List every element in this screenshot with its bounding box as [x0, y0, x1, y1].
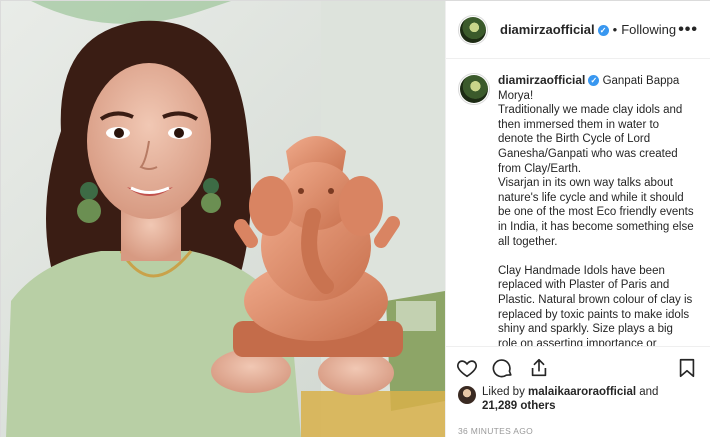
- post-timestamp[interactable]: 36 MINUTES AGO: [458, 426, 533, 436]
- caption-avatar[interactable]: [458, 73, 490, 105]
- caption-text: diamirzaofficial ✓ Ganpati Bappa Morya! T…: [498, 73, 694, 346]
- post-photo[interactable]: [1, 1, 445, 437]
- caption-paragraph: diamirzaofficial ✓ Ganpati Bappa Morya!: [498, 73, 694, 103]
- author-username[interactable]: diamirzaofficial ✓: [500, 22, 609, 37]
- liker-avatar[interactable]: [458, 386, 476, 404]
- caption-username[interactable]: diamirzaofficial ✓: [498, 73, 600, 87]
- action-icons: [456, 357, 550, 381]
- author-username-text[interactable]: diamirzaofficial: [500, 22, 595, 37]
- likes-count[interactable]: 21,289 others: [482, 400, 556, 412]
- caption-paragraph-2: Traditionally we made clay idols and the…: [498, 104, 683, 175]
- heart-icon[interactable]: [456, 357, 478, 379]
- instagram-post: diamirzaofficial ✓ • Following ••• diamir…: [0, 0, 710, 437]
- separator-dot: •: [612, 22, 618, 37]
- caption-row: diamirzaofficial ✓ Ganpati Bappa Morya! T…: [458, 73, 698, 346]
- caption-gap: [498, 249, 694, 264]
- author-avatar-image: [460, 16, 486, 43]
- post-details-panel: diamirzaofficial ✓ • Following ••• diamir…: [445, 1, 710, 437]
- comment-icon[interactable]: [492, 357, 514, 379]
- bookmark-icon[interactable]: [676, 357, 698, 379]
- caption-area: diamirzaofficial ✓ Ganpati Bappa Morya! T…: [446, 59, 710, 346]
- likes-text: Liked by malaikaaroraofficial and 21,289…: [482, 385, 658, 413]
- liker-username[interactable]: malaikaaroraofficial: [528, 386, 636, 398]
- share-icon[interactable]: [528, 357, 550, 379]
- likes-mid: and: [636, 386, 659, 398]
- post-actions: Liked by malaikaaroraofficial and 21,289…: [446, 346, 710, 437]
- post-photo-illustration: [1, 1, 445, 437]
- author-avatar[interactable]: [458, 14, 488, 45]
- post-header: diamirzaofficial ✓ • Following •••: [446, 1, 710, 59]
- caption-paragraph-5: Clay Handmade Idols have been replaced w…: [498, 264, 693, 346]
- more-options-icon[interactable]: •••: [678, 21, 698, 39]
- likes-summary: Liked by malaikaaroraofficial and 21,289…: [458, 385, 658, 413]
- caption-avatar-image: [460, 75, 488, 103]
- likes-prefix: Liked by: [482, 386, 529, 398]
- following-button[interactable]: Following: [621, 22, 676, 37]
- caption-username-text[interactable]: diamirzaofficial: [498, 73, 585, 87]
- caption-paragraph-3: Visarjan in its own way talks about natu…: [498, 177, 694, 248]
- verified-badge-icon: ✓: [588, 75, 600, 86]
- verified-badge-icon: ✓: [597, 25, 609, 36]
